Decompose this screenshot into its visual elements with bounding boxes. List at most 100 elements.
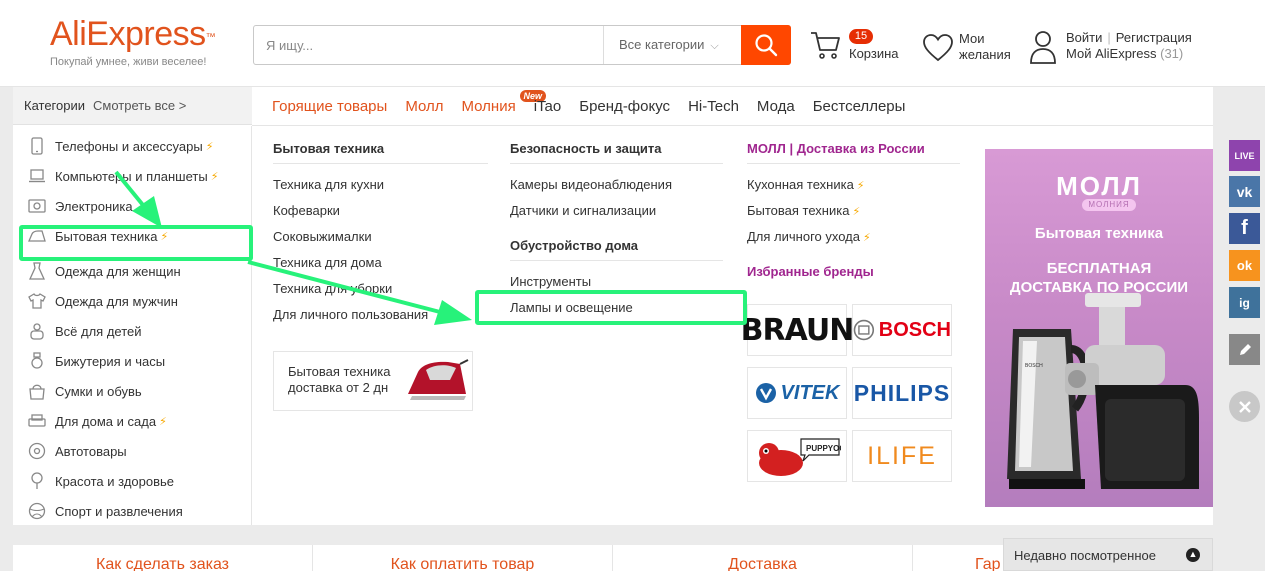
nav-mall[interactable]: Молл [405,98,443,115]
link-juicers[interactable]: Соковыжималки [273,229,372,244]
search-category-label: Все категории [619,37,705,52]
sidebar-item-phones[interactable]: Телефоны и аксессуары ⚡ [13,131,252,161]
search-category-select[interactable]: Все категории ⌵ [603,26,741,64]
puppyoo-text: PUPPYOO [806,444,841,453]
aliexpress-logo[interactable]: AliExpress™ Покупай умнее, живи веселее! [50,14,220,74]
highlight-box-appliances [19,225,253,261]
account-area: Войти | Регистрация Мой AliExpress (31) [1030,28,1230,68]
chevron-down-icon: ⌵ [710,40,719,52]
sidebar-item-label: Электроника [55,198,133,214]
nav-hot-deals[interactable]: Горящие товары [272,98,387,115]
bolt-icon: ⚡ [852,206,861,218]
sofa-icon [28,412,46,430]
link-mall-appliances[interactable]: Бытовая техника ⚡ [747,203,860,218]
sidebar-item-label: Всё для детей [55,323,142,339]
sidebar-item-label: Телефоны и аксессуары [55,138,203,154]
bolt-icon: ⚡ [862,232,871,244]
close-icon [1238,400,1251,413]
login-link[interactable]: Войти [1066,30,1102,45]
mall-ad-banner[interactable]: МОЛЛ МОЛНИЯ Бытовая техника БЕСПЛАТНАЯ Д… [985,149,1213,507]
sidebar-item-home-garden[interactable]: Для дома и сада ⚡ [13,406,252,436]
facebook-icon: f [1241,217,1248,239]
kettle-meat-grinder-image: BOSCH [1007,293,1199,489]
wishlist-label: Мои желания [959,31,1011,62]
col2-title-security[interactable]: Безопасность и защита [510,141,723,164]
live-button[interactable]: LIVE [1229,140,1260,171]
link-coffee-makers[interactable]: Кофеварки [273,203,340,218]
sidebar-item-label: Спорт и развлечения [55,503,183,519]
instagram-icon: ig [1239,295,1250,310]
cart-icon [811,32,840,59]
sidebar-item-computers[interactable]: Компьютеры и планшеты ⚡ [13,161,252,191]
facebook-button[interactable]: f [1229,213,1260,244]
cart-button[interactable]: 15 Корзина [810,28,910,68]
sidebar-item-bags-shoes[interactable]: Сумки и обувь [13,376,252,406]
link-home-appliances[interactable]: Техника для дома [273,255,382,270]
recently-viewed-toggle[interactable]: Недавно посмотренное ▲ [1003,538,1213,571]
featured-brands-title: Избранные бренды [747,264,874,279]
tab-how-to-pay[interactable]: Как оплатить товар [313,545,613,571]
brand-vitek[interactable]: VITEK [747,367,847,419]
link-kitchen-appliances[interactable]: Техника для кухни [273,177,384,192]
search-button[interactable] [741,25,791,65]
chevron-up-icon: ▲ [1186,548,1200,562]
col2-title-home[interactable]: Обустройство дома [510,238,723,261]
sidebar-item-sports[interactable]: Спорт и развлечения [13,496,252,526]
edit-button[interactable] [1229,334,1260,365]
sidebar-item-label: Красота и здоровье [55,473,175,489]
brand-philips[interactable]: PHILIPS [852,367,952,419]
search-bar: Все категории ⌵ [253,25,791,65]
header: AliExpress™ Покупай умнее, живи веселее!… [0,0,1265,87]
brand-label: VITEK [780,381,840,404]
link-cctv[interactable]: Камеры видеонаблюдения [510,177,672,192]
sidebar-item-beauty[interactable]: Красота и здоровье [13,466,252,496]
nav-molnia[interactable]: Молния New [461,89,547,115]
see-all-link[interactable]: Смотреть все > [93,98,186,113]
nav-bestsellers[interactable]: Бестселлеры [813,98,906,115]
sidebar-item-men-clothing[interactable]: Одежда для мужчин [13,286,252,316]
sidebar-item-label: Компьютеры и планшеты [55,168,208,184]
brand-bosch[interactable]: BOSCH [852,304,952,356]
col3-title-mall[interactable]: МОЛЛ | Доставка из России [747,141,960,164]
nav-fashion[interactable]: Мода [757,98,795,115]
link-mall-kitchen[interactable]: Кухонная техника ⚡ [747,177,865,192]
instagram-button[interactable]: ig [1229,287,1260,318]
tab-delivery[interactable]: Доставка [613,545,913,571]
nav-brand-focus[interactable]: Бренд-фокус [579,98,670,115]
nav-hi-tech[interactable]: Hi-Tech [688,98,739,115]
sidebar-item-auto[interactable]: Автотовары [13,436,252,466]
register-link[interactable]: Регистрация [1116,30,1192,45]
link-mall-personal-care[interactable]: Для личного ухода ⚡ [747,229,871,244]
sidebar-item-jewelry[interactable]: Бижутерия и часы [13,346,252,376]
nav-itao[interactable]: iTao [534,98,562,115]
link-personal-care[interactable]: Для личного пользования [273,307,428,322]
ok-button[interactable]: ok [1229,250,1260,281]
link-cleaning[interactable]: Техника для уборки [273,281,392,296]
ok-icon: ok [1236,258,1253,273]
close-social-button[interactable] [1229,391,1260,422]
sidebar-item-kids[interactable]: Всё для детей [13,316,252,346]
nav-molnia-label: Молния [461,97,516,115]
logo-tm: ™ [205,32,216,43]
vk-button[interactable]: vk [1229,176,1260,207]
divider: | [1107,30,1111,45]
brand-braun[interactable]: BRAUN [741,304,854,356]
my-aliexpress-link[interactable]: Мой AliExpress (31) [1066,46,1183,61]
category-sidebar: Телефоны и аксессуары ⚡ Компьютеры и план… [13,126,252,525]
iron-image [408,359,469,400]
sidebar-item-electronics[interactable]: Электроника [13,191,252,221]
brand-ilife[interactable]: ILIFE [852,430,952,482]
link-alarms[interactable]: Датчики и сигнализации [510,203,656,218]
col1-title[interactable]: Бытовая техника [273,141,488,164]
vk-icon: vk [1236,183,1253,200]
promo-banner[interactable]: Бытовая техника доставка от 2 дн [273,351,473,411]
ball-icon [28,502,46,520]
wishlist-button[interactable]: Мои желания [923,30,1023,70]
ad-moll-title: МОЛЛ [1056,171,1142,201]
brand-puppyoo[interactable]: PUPPYOO [747,430,847,482]
search-input[interactable] [254,26,604,64]
tab-how-to-order[interactable]: Как сделать заказ [13,545,313,571]
divider [252,125,1213,126]
bag-icon [28,382,46,400]
link-tools[interactable]: Инструменты [510,274,591,289]
